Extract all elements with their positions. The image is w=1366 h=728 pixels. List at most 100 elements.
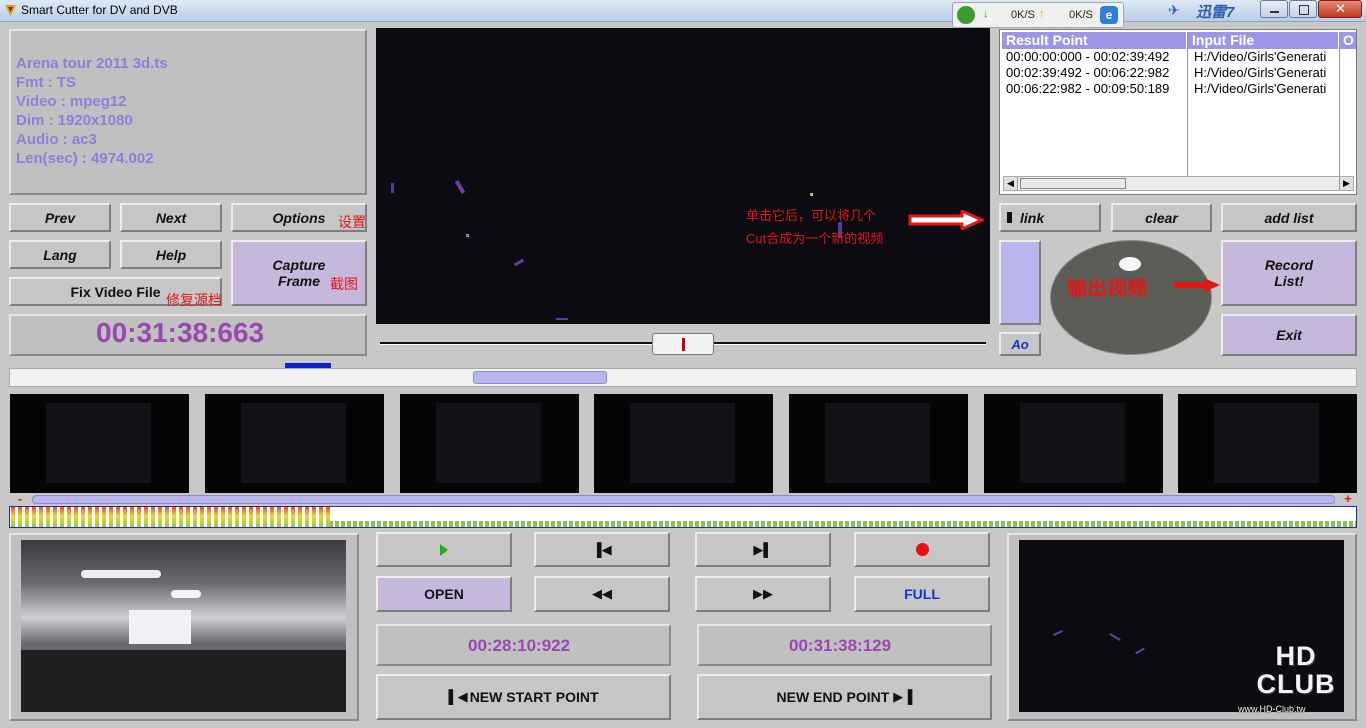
maximize-button[interactable]	[1289, 0, 1317, 18]
input-file-cell[interactable]: H:/Video/Girls'Generati	[1194, 49, 1338, 64]
seek-thumb[interactable]	[652, 333, 714, 355]
input-file-cell[interactable]: H:/Video/Girls'Generati	[1194, 81, 1338, 96]
video-light	[513, 258, 525, 267]
seek-slider[interactable]	[376, 330, 990, 356]
record-list-button[interactable]: Record List!	[1221, 240, 1357, 306]
app-icon	[5, 5, 16, 16]
watermark-logo: HD CLUB	[1256, 641, 1336, 699]
prev-button[interactable]: Prev	[9, 203, 111, 232]
new-end-point-button[interactable]: NEW END POINT ▶▐	[697, 674, 992, 720]
link-tip-note: 单击它后，可以将几个Cut合成为一个新的视频	[746, 208, 884, 246]
prev-frame-button[interactable]: ▐◀	[534, 532, 670, 567]
scroll-right-icon[interactable]: ▶	[1339, 177, 1353, 190]
clear-button[interactable]: clear	[1111, 203, 1212, 232]
result-point-cell[interactable]: 00:02:39:492 - 00:06:22:982	[1006, 65, 1186, 80]
result-list[interactable]: Result Point Input File O 00:00:00:000 -…	[999, 29, 1357, 195]
next-frame-button[interactable]: ▶▌	[695, 532, 831, 567]
record-icon	[915, 543, 929, 556]
lang-button[interactable]: Lang	[9, 240, 111, 269]
result-point-cell[interactable]: 00:06:22:982 - 00:09:50:189	[1006, 81, 1186, 96]
capture-frame-button[interactable]: Capture Frame	[231, 240, 367, 306]
volume-bar[interactable]	[999, 240, 1041, 325]
hd-club-watermark: HD CLUB www.HD-Club.tw	[1234, 640, 1362, 722]
result-point-cell[interactable]: 00:00:00:000 - 00:02:39:492	[1006, 49, 1186, 64]
xunlei-badge[interactable]: ✈ 迅雷7	[1164, 0, 1248, 21]
watermark-url: www.HD-Club.tw	[1238, 704, 1306, 714]
exit-button[interactable]: Exit	[1221, 314, 1357, 356]
frame-thumbnail[interactable]	[984, 394, 1163, 493]
main-video-view[interactable]	[376, 28, 990, 324]
timeline-thumb[interactable]	[473, 371, 607, 384]
title-bar	[0, 0, 1366, 22]
result-point-header[interactable]: Result Point	[1002, 32, 1186, 49]
minimize-button[interactable]	[1260, 0, 1288, 18]
help-button[interactable]: Help	[120, 240, 222, 269]
arrow-right-icon	[1174, 278, 1220, 292]
end-marker-icon: ▶▐	[893, 689, 913, 704]
ao-button[interactable]: Ao	[999, 332, 1041, 356]
fast-forward-button[interactable]: ▶▶	[695, 576, 831, 612]
play-icon	[440, 543, 448, 556]
input-file-cell[interactable]: H:/Video/Girls'Generati	[1194, 65, 1338, 80]
start-frame-preview[interactable]	[21, 540, 346, 712]
horizontal-scrollbar[interactable]: ◀ ▶	[1003, 176, 1354, 191]
zoom-minus-button[interactable]: -	[10, 492, 30, 505]
options-note: 设置	[338, 214, 366, 230]
video-light	[1135, 647, 1145, 655]
audio-codec: Audio : ac3	[16, 131, 97, 148]
new-start-point-button[interactable]: ▌◀ NEW START POINT	[376, 674, 671, 720]
zoom-plus-button[interactable]: +	[1338, 492, 1358, 505]
start-time: 00:28:10:922	[468, 636, 571, 655]
output-header[interactable]: O	[1340, 32, 1356, 49]
column-divider	[1187, 32, 1188, 176]
ie-icon: e	[1100, 6, 1118, 24]
column-divider	[1339, 32, 1340, 176]
rewind-button[interactable]: ◀◀	[534, 576, 670, 612]
stage-light	[81, 570, 161, 578]
window-title: Smart Cutter for DV and DVB	[21, 3, 178, 17]
add-list-button[interactable]: add list	[1221, 203, 1357, 232]
scroll-thumb[interactable]	[1020, 178, 1126, 189]
frame-thumbnail[interactable]	[400, 394, 579, 493]
open-button[interactable]: OPEN	[376, 576, 512, 612]
audience-silhouette	[21, 650, 346, 712]
capture-note: 截图	[330, 276, 358, 292]
frame-thumbnail[interactable]	[594, 394, 773, 493]
scroll-left-icon[interactable]: ◀	[1004, 177, 1018, 190]
end-time: 00:31:38:129	[789, 636, 892, 655]
new-start-label: NEW START POINT	[469, 689, 599, 705]
fix-note: 修复源档	[166, 292, 222, 308]
zoom-slider[interactable]	[32, 495, 1335, 504]
audio-waveform[interactable]	[9, 506, 1357, 528]
file-format: Fmt : TS	[16, 74, 76, 91]
input-file-header[interactable]: Input File	[1188, 32, 1338, 49]
upload-speed: 0K/S	[1069, 9, 1093, 21]
link-button[interactable]: link	[999, 203, 1101, 232]
next-button[interactable]: Next	[120, 203, 222, 232]
waveform-bars	[10, 507, 1356, 527]
arrow-right-icon	[908, 210, 984, 230]
frame-thumbnail[interactable]	[1178, 394, 1357, 493]
close-icon: ✕	[1335, 1, 1346, 16]
output-note: 输出视频	[1067, 278, 1147, 300]
tray-logo-icon	[957, 6, 975, 24]
frame-thumbnail[interactable]	[10, 394, 189, 493]
file-name: Arena tour 2011 3d.ts	[16, 55, 168, 72]
full-button[interactable]: FULL	[854, 576, 990, 612]
record-button[interactable]	[854, 532, 990, 567]
upload-arrow-icon: ↑	[1039, 8, 1045, 20]
timeline-scrollbar[interactable]	[9, 368, 1357, 387]
frame-thumbnail[interactable]	[789, 394, 968, 493]
file-length: Len(sec) : 4974.002	[16, 150, 154, 167]
speed-tray: ↓ 0K/S ↑ 0K/S e	[952, 2, 1124, 28]
video-dimensions: Dim : 1920x1080	[16, 112, 133, 129]
current-time: 00:31:38:663	[96, 317, 265, 348]
video-light	[810, 193, 813, 196]
fast-forward-icon: ▶▶	[753, 586, 773, 601]
xunlei-label: 迅雷7	[1196, 4, 1235, 21]
download-arrow-icon: ↓	[983, 8, 989, 20]
frame-thumbnail[interactable]	[205, 394, 384, 493]
stage-light	[171, 590, 201, 598]
link-indicator-icon	[1007, 212, 1012, 223]
play-button[interactable]	[376, 532, 512, 567]
